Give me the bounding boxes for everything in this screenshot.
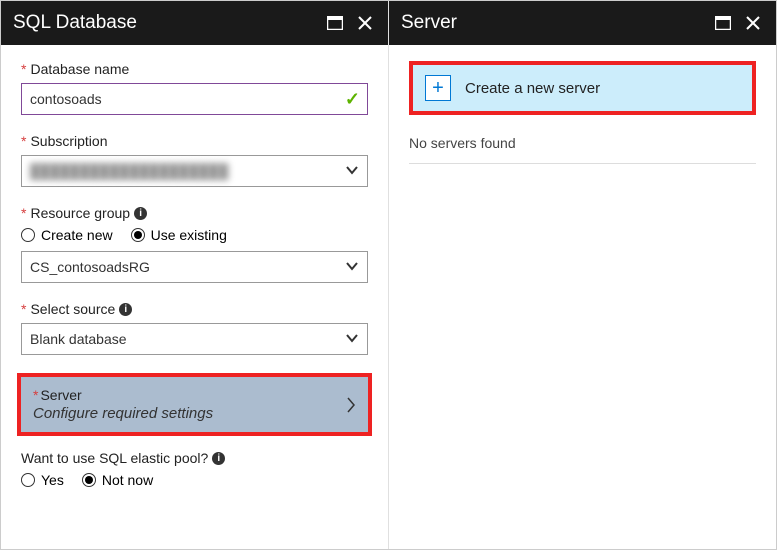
resource-group-label: *Resource groupi	[21, 205, 368, 221]
blade-title: SQL Database	[13, 12, 316, 34]
elastic-yes-radio[interactable]: Yes	[21, 472, 64, 488]
info-icon[interactable]: i	[134, 207, 147, 220]
chevron-right-icon	[346, 396, 356, 414]
select-source-field: *Select sourcei Blank database	[21, 301, 368, 355]
blade-body: + Create a new server No servers found	[389, 45, 776, 549]
maximize-icon	[715, 16, 731, 30]
create-new-server-label: Create a new server	[465, 80, 600, 97]
create-new-server-button[interactable]: + Create a new server	[409, 61, 756, 115]
subscription-label: *Subscription	[21, 133, 368, 149]
info-icon[interactable]: i	[119, 303, 132, 316]
maximize-icon	[327, 16, 343, 30]
close-icon	[358, 16, 372, 30]
server-blade: Server + Create a new server No servers …	[389, 1, 776, 549]
sql-database-blade: SQL Database *Database name ✓ *Subscript…	[1, 1, 389, 549]
chevron-down-icon	[345, 259, 359, 273]
plus-icon: +	[425, 75, 451, 101]
blade-header: Server	[389, 1, 776, 45]
rg-create-new-radio[interactable]: Create new	[21, 227, 113, 243]
subscription-field: *Subscription ████████████████████	[21, 133, 368, 187]
subscription-select[interactable]: ████████████████████	[21, 155, 368, 187]
close-button[interactable]	[354, 12, 376, 34]
elastic-pool-field: Want to use SQL elastic pool?i Yes Not n…	[21, 450, 368, 488]
check-icon: ✓	[345, 89, 360, 110]
resource-group-select[interactable]: CS_contosoadsRG	[21, 251, 368, 283]
database-name-input[interactable]	[21, 83, 368, 115]
maximize-button[interactable]	[324, 12, 346, 34]
database-name-field: *Database name ✓	[21, 61, 368, 115]
select-source-label: *Select sourcei	[21, 301, 368, 317]
maximize-button[interactable]	[712, 12, 734, 34]
elastic-no-radio[interactable]: Not now	[82, 472, 153, 488]
elastic-pool-label: Want to use SQL elastic pool?i	[21, 450, 368, 466]
server-configure-link[interactable]: *Server Configure required settings	[17, 373, 372, 436]
server-label: *Server	[33, 387, 346, 403]
blade-body: *Database name ✓ *Subscription █████████…	[1, 45, 388, 549]
server-sublabel: Configure required settings	[33, 405, 346, 422]
rg-use-existing-radio[interactable]: Use existing	[131, 227, 227, 243]
blade-header: SQL Database	[1, 1, 388, 45]
close-icon	[746, 16, 760, 30]
close-button[interactable]	[742, 12, 764, 34]
resource-group-field: *Resource groupi Create new Use existing…	[21, 205, 368, 283]
info-icon[interactable]: i	[212, 452, 225, 465]
chevron-down-icon	[345, 331, 359, 345]
blade-title: Server	[401, 12, 704, 34]
database-name-label: *Database name	[21, 61, 368, 77]
no-servers-text: No servers found	[409, 127, 756, 164]
chevron-down-icon	[345, 163, 359, 177]
select-source-select[interactable]: Blank database	[21, 323, 368, 355]
